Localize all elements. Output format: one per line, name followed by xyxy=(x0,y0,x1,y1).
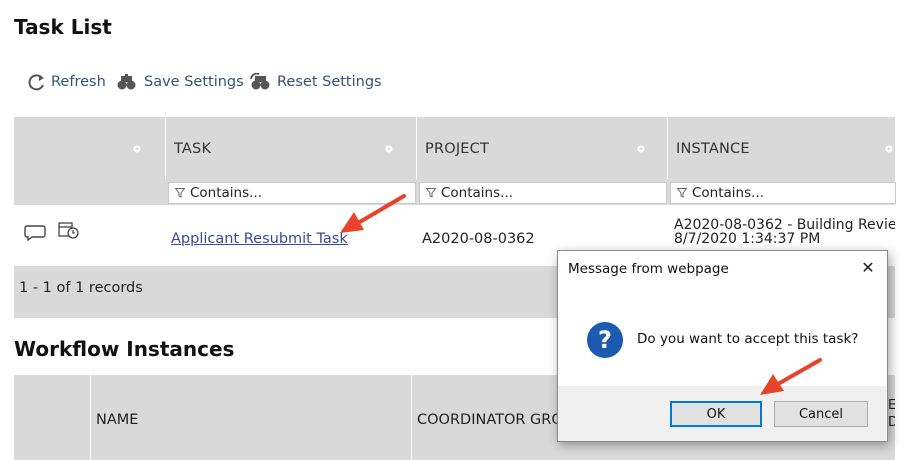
reset-settings-label: Reset Settings xyxy=(277,74,382,90)
instance-column-header[interactable]: INSTANCE xyxy=(668,117,895,179)
annotation-arrow-icon xyxy=(340,194,406,233)
funnel-icon xyxy=(677,188,687,198)
binoculars-save-icon xyxy=(116,73,140,91)
task-grid-header: TASK PROJECT INSTANCE xyxy=(14,117,895,179)
funnel-icon xyxy=(175,188,185,198)
calendar-clock-icon[interactable] xyxy=(58,220,80,244)
confirm-dialog: Message from webpage ✕ ? Do you want to … xyxy=(557,250,888,442)
gear-icon[interactable] xyxy=(384,144,394,154)
refresh-icon xyxy=(27,73,47,91)
actions-column-header xyxy=(14,117,166,179)
instance-line-1: A2020-08-0362 - Building Review xyxy=(674,218,895,233)
comment-icon[interactable] xyxy=(24,224,46,246)
cancel-button[interactable]: Cancel xyxy=(774,401,868,427)
workflow-title: Workflow Instances xyxy=(14,337,235,361)
close-icon[interactable]: ✕ xyxy=(856,256,880,280)
clipped-column-label: E DD xyxy=(888,398,895,430)
gear-icon[interactable] xyxy=(132,144,142,154)
instance-filter-input[interactable]: Contains... xyxy=(670,182,896,204)
save-settings-label: Save Settings xyxy=(144,74,244,90)
task-column-label: TASK xyxy=(174,141,212,157)
project-filter-placeholder: Contains... xyxy=(441,185,514,201)
ok-button[interactable]: OK xyxy=(670,401,762,427)
binoculars-reset-icon xyxy=(249,73,273,91)
annotation-arrow-icon xyxy=(760,358,822,395)
project-column-header[interactable]: PROJECT xyxy=(417,117,668,179)
refresh-button[interactable]: Refresh xyxy=(27,71,106,93)
gear-icon[interactable] xyxy=(884,144,894,154)
task-link[interactable]: Applicant Resubmit Task xyxy=(171,231,348,247)
pager-text: 1 - 1 of 1 records xyxy=(19,280,143,296)
reset-settings-button[interactable]: Reset Settings xyxy=(249,71,382,93)
instance-filter-placeholder: Contains... xyxy=(692,185,765,201)
question-icon: ? xyxy=(587,322,623,358)
instance-line-2: 8/7/2020 1:34:37 PM xyxy=(674,231,821,246)
project-filter-input[interactable]: Contains... xyxy=(419,182,667,204)
instance-column-label: INSTANCE xyxy=(676,141,750,157)
task-filter-placeholder: Contains... xyxy=(190,185,263,201)
project-column-label: PROJECT xyxy=(425,141,490,157)
refresh-label: Refresh xyxy=(51,74,106,90)
dialog-title: Message from webpage xyxy=(568,261,729,277)
dialog-message: Do you want to accept this task? xyxy=(637,331,859,347)
coordinator-group-column-label: COORDINATOR GRO xyxy=(417,412,563,428)
save-settings-button[interactable]: Save Settings xyxy=(116,71,244,93)
gear-icon[interactable] xyxy=(636,144,646,154)
funnel-icon xyxy=(426,188,436,198)
project-cell: A2020-08-0362 xyxy=(422,231,535,247)
task-column-header[interactable]: TASK xyxy=(166,117,417,179)
instance-cell: A2020-08-0362 - Building Review 8/7/2020… xyxy=(674,218,895,246)
task-list-title: Task List xyxy=(14,15,112,39)
name-column-label: NAME xyxy=(96,412,139,428)
